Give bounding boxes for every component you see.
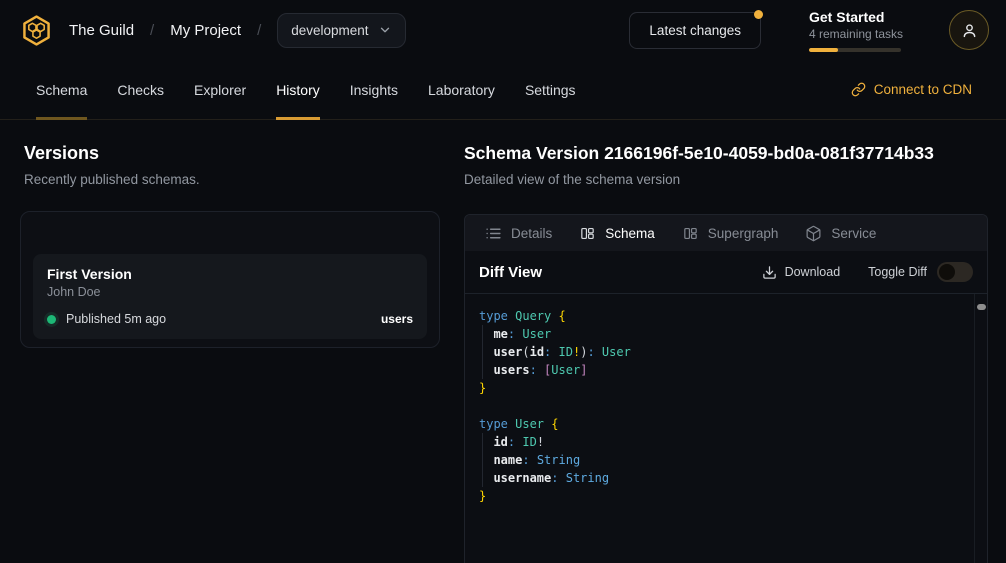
detail-tab-details[interactable]: Details	[485, 225, 552, 242]
version-list-card: First Version John Doe Published 5m ago …	[20, 211, 440, 348]
breadcrumb-org[interactable]: The Guild	[69, 22, 134, 39]
versions-panel: Versions Recently published schemas. Fir…	[20, 143, 440, 563]
chevron-down-icon	[378, 23, 392, 37]
toggle-diff-switch[interactable]	[937, 262, 973, 282]
tab-explorer[interactable]: Explorer	[194, 60, 246, 119]
notification-dot	[754, 10, 763, 19]
indent-guide	[482, 325, 483, 379]
breadcrumb-project[interactable]: My Project	[170, 22, 241, 39]
columns-icon	[682, 225, 699, 242]
latest-changes-label: Latest changes	[649, 23, 741, 38]
toggle-diff-label: Toggle Diff	[868, 265, 927, 279]
schema-code-viewer: type Query { me: User user(id: ID!): Use…	[465, 294, 987, 563]
tab-insights[interactable]: Insights	[350, 60, 398, 119]
columns-icon	[579, 225, 596, 242]
list-icon	[485, 225, 502, 242]
tab-laboratory[interactable]: Laboratory	[428, 60, 495, 119]
diff-view-title: Diff View	[479, 264, 542, 281]
code-block: type Query { me: User user(id: ID!): Use…	[479, 307, 961, 505]
schema-version-subtitle: Detailed view of the schema version	[464, 172, 988, 187]
detail-tab-label: Schema	[605, 226, 655, 241]
connect-to-cdn-label: Connect to CDN	[874, 82, 972, 97]
connect-to-cdn-link[interactable]: Connect to CDN	[851, 60, 972, 119]
versions-subtitle: Recently published schemas.	[24, 172, 440, 187]
toggle-knob	[939, 264, 955, 280]
get-started-title: Get Started	[809, 9, 901, 25]
published-dot-icon	[47, 315, 56, 324]
breadcrumb-separator: /	[150, 22, 154, 39]
breadcrumb: The Guild / My Project / development	[69, 13, 406, 48]
target-selector-value: development	[291, 23, 368, 38]
version-list-item[interactable]: First Version John Doe Published 5m ago …	[33, 254, 427, 339]
download-icon	[762, 265, 777, 280]
toggle-diff-control: Toggle Diff	[868, 262, 973, 282]
detail-tab-service[interactable]: Service	[805, 225, 876, 242]
person-icon	[960, 21, 979, 40]
version-meta-row: Published 5m ago users	[47, 312, 413, 326]
progress-fill	[809, 48, 838, 52]
version-status-label: Published 5m ago	[66, 312, 166, 326]
diff-actions: Download Toggle Diff	[762, 262, 973, 282]
tab-settings[interactable]: Settings	[525, 60, 576, 119]
detail-tab-label: Service	[831, 226, 876, 241]
get-started-widget[interactable]: Get Started 4 remaining tasks	[809, 9, 901, 52]
header-right-cluster: Latest changes Get Started 4 remaining t…	[629, 9, 989, 52]
cube-icon	[805, 225, 822, 242]
tab-checks[interactable]: Checks	[117, 60, 164, 119]
app-header: The Guild / My Project / development Lat…	[0, 0, 1006, 60]
detail-tab-supergraph[interactable]: Supergraph	[682, 225, 779, 242]
download-label: Download	[785, 265, 841, 279]
versions-title: Versions	[24, 143, 440, 164]
detail-tab-label: Supergraph	[708, 226, 779, 241]
service-badge: users	[381, 312, 413, 326]
main-nav: Schema Checks Explorer History Insights …	[0, 60, 1006, 120]
hive-logo-icon[interactable]	[20, 14, 53, 47]
schema-version-panel: Schema Version 2166196f-5e10-4059-bd0a-0…	[464, 143, 988, 563]
user-avatar[interactable]	[949, 10, 989, 50]
download-button[interactable]: Download	[762, 265, 841, 280]
detail-tabstrip: Details Schema Sup	[465, 215, 987, 251]
detail-tab-schema[interactable]: Schema	[579, 225, 655, 242]
code-scrollbar[interactable]	[974, 294, 987, 563]
tab-history[interactable]: History	[276, 60, 320, 119]
get-started-progressbar	[809, 48, 901, 52]
link-icon	[851, 82, 866, 97]
detail-tab-label: Details	[511, 226, 552, 241]
breadcrumb-separator: /	[257, 22, 261, 39]
latest-changes-button[interactable]: Latest changes	[629, 12, 761, 49]
version-author: John Doe	[47, 285, 413, 299]
scrollbar-thumb[interactable]	[977, 304, 986, 310]
version-name: First Version	[47, 266, 413, 282]
get-started-subtitle: 4 remaining tasks	[809, 27, 901, 41]
tab-schema[interactable]: Schema	[36, 60, 87, 119]
diff-view-header: Diff View Download Toggle Diff	[465, 251, 987, 294]
schema-version-title: Schema Version 2166196f-5e10-4059-bd0a-0…	[464, 143, 988, 164]
target-selector[interactable]: development	[277, 13, 405, 48]
version-status: Published 5m ago	[47, 312, 166, 326]
schema-version-detail-card: Details Schema Sup	[464, 214, 988, 563]
indent-guide	[482, 433, 483, 487]
page-content: Versions Recently published schemas. Fir…	[0, 120, 1006, 563]
